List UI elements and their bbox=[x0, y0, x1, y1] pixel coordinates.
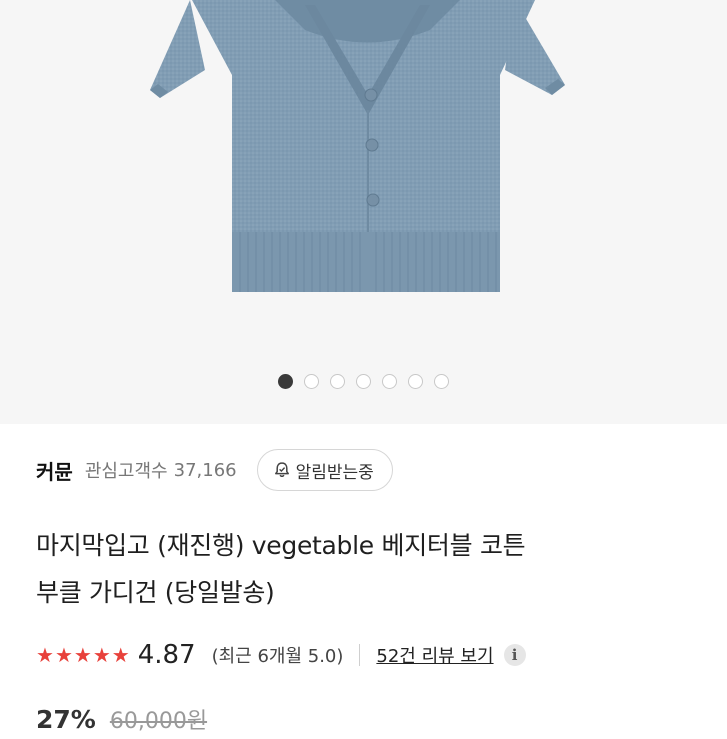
rating-value: 4.87 bbox=[137, 640, 196, 670]
alarm-label: 알림받는중 bbox=[295, 462, 374, 483]
product-title-line2: 부클 가디건 (당일발송) bbox=[36, 578, 275, 607]
rating-stars: ★ ★ ★ ★ ★ bbox=[36, 645, 130, 665]
original-price: 60,000원 bbox=[109, 709, 208, 734]
followers-count: 37,166 bbox=[173, 459, 237, 481]
carousel-dot[interactable] bbox=[408, 374, 423, 389]
star-icon: ★ bbox=[111, 643, 130, 667]
carousel-dot[interactable] bbox=[382, 374, 397, 389]
carousel-dot-active[interactable] bbox=[278, 374, 293, 389]
product-image-carousel[interactable] bbox=[0, 0, 727, 424]
store-name[interactable]: 커뮨 bbox=[36, 456, 73, 485]
cardigan-image bbox=[150, 0, 565, 292]
info-icon[interactable]: i bbox=[503, 644, 526, 666]
review-link[interactable]: 52건 리뷰 보기 bbox=[376, 642, 493, 668]
followers-label: 관심고객수 bbox=[84, 461, 168, 482]
price-row: 27% 60,000원 bbox=[36, 699, 207, 739]
alarm-toggle-button[interactable]: 알림받는중 bbox=[256, 449, 393, 491]
star-icon: ★ bbox=[54, 643, 73, 667]
product-title-line1: 마지막입고 (재진행) vegetable 베지터블 코튼 bbox=[36, 531, 526, 560]
store-info-row: 커뮨 관심고객수 37,166 알림받는중 bbox=[36, 448, 696, 492]
bell-icon bbox=[274, 462, 289, 478]
recent-rating: (최근 6개월 5.0) bbox=[211, 646, 344, 667]
star-icon: ★ bbox=[73, 643, 92, 667]
carousel-dot[interactable] bbox=[330, 374, 345, 389]
rating-row: ★ ★ ★ ★ ★ 4.87 (최근 6개월 5.0) 52건 리뷰 보기 i bbox=[36, 636, 696, 674]
star-icon: ★ bbox=[36, 643, 54, 667]
carousel-dot[interactable] bbox=[434, 374, 449, 389]
carousel-dot[interactable] bbox=[304, 374, 319, 389]
discount-rate: 27% bbox=[36, 704, 96, 734]
carousel-dot[interactable] bbox=[356, 374, 371, 389]
carousel-indicator bbox=[0, 374, 727, 396]
divider bbox=[359, 644, 361, 666]
product-title: 마지막입고 (재진행) vegetable 베지터블 코튼 부클 가디건 (당일… bbox=[36, 522, 696, 616]
star-icon: ★ bbox=[92, 643, 111, 667]
